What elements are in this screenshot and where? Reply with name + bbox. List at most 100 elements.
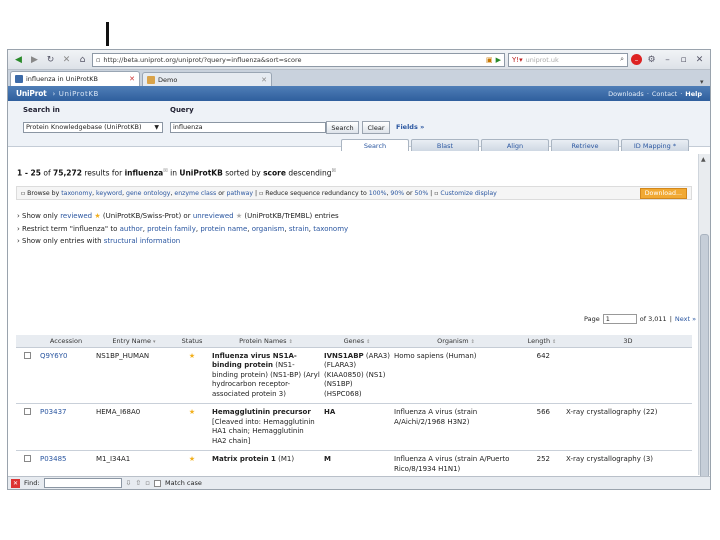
highlight-icon[interactable]: ▫ (145, 479, 150, 487)
tab-retrieve[interactable]: Retrieve (551, 139, 619, 151)
address-bar[interactable]: ▫ http://beta.uniprot.org/uniprot/?query… (92, 52, 505, 67)
back-icon[interactable]: ◀ (12, 53, 25, 66)
rss-icon[interactable]: ▣ (486, 56, 493, 64)
unreviewed-link[interactable]: unreviewed (193, 212, 234, 220)
separator: · (680, 89, 683, 98)
remove-sort-icon[interactable]: ☒ (331, 168, 335, 174)
search-engine-icon[interactable]: Y!▾ (512, 56, 523, 64)
close-tab-icon[interactable]: ✕ (261, 76, 267, 84)
browse-enzyme-link[interactable]: enzyme class (174, 190, 216, 197)
scrollbar-thumb[interactable] (700, 234, 709, 484)
col-organism[interactable]: Organism ⇕ (392, 335, 520, 348)
find-input[interactable] (43, 478, 122, 488)
accession-link[interactable]: P03437 (40, 408, 67, 416)
table-row[interactable]: P03437 HEMA_I68A0 ★ Hemagglutinin precursor… (16, 403, 692, 451)
fields-link[interactable]: Fields » (396, 123, 424, 131)
browse-pathway-link[interactable]: pathway (227, 190, 254, 197)
row-checkbox[interactable] (23, 408, 31, 415)
database-select[interactable]: Protein Knowledgebase (UniProtKB) ▼ (23, 122, 163, 133)
minimize-icon[interactable]: – (661, 53, 674, 66)
page-input[interactable]: 1 (602, 314, 637, 324)
url-text[interactable]: http://beta.uniprot.org/uniprot/?query=i… (103, 56, 483, 64)
browse-keyword-link[interactable]: keyword (96, 190, 122, 197)
breadcrumb[interactable]: › UniProtKB (53, 90, 99, 98)
length-cell: 252 (520, 450, 564, 475)
search-engine-box[interactable]: Y!▾ uniprot.uk ⌕ (508, 52, 628, 67)
search-button[interactable]: Search (326, 121, 359, 134)
accession-link[interactable]: Q9Y6Y0 (40, 352, 67, 360)
browse-taxonomy-link[interactable]: taxonomy (61, 190, 92, 197)
reduce-90-link[interactable]: 90% (390, 190, 404, 197)
match-case-checkbox[interactable] (154, 479, 162, 487)
query-input[interactable]: influenza (170, 122, 326, 133)
restrict-family-link[interactable]: protein family (147, 225, 196, 233)
uniprot-logo[interactable]: UniProt (16, 89, 47, 98)
close-find-icon[interactable]: ✕ (11, 478, 20, 488)
remove-term-icon[interactable]: ☒ (163, 168, 167, 174)
browse-go-link[interactable]: gene ontology (126, 190, 170, 197)
row-checkbox[interactable] (23, 351, 31, 359)
tab-label: Demo (158, 75, 178, 84)
contact-link[interactable]: Contact (652, 90, 677, 98)
go-icon[interactable]: ▶ (496, 56, 501, 64)
restrict-taxonomy-link[interactable]: taxonomy (313, 225, 348, 233)
stop-icon[interactable]: ✕ (60, 53, 73, 66)
tab-list-icon[interactable]: ▾ (700, 78, 710, 86)
structural-info-link[interactable]: structural information (104, 237, 180, 245)
table-row[interactable]: Q9Y6Y0 NS1BP_HUMAN ★ Influenza virus NS1A-b… (16, 347, 692, 404)
close-tab-icon[interactable]: ✕ (129, 75, 135, 83)
accession-link[interactable]: P03485 (40, 455, 67, 463)
scroll-up-icon[interactable]: ▲ (701, 156, 706, 163)
col-entry-name[interactable]: Entry Name ▾ (94, 335, 174, 348)
row-checkbox[interactable] (23, 455, 31, 462)
reduce-100-link[interactable]: 100% (369, 190, 387, 197)
find-previous-icon[interactable]: ⇧ (135, 479, 141, 487)
downloads-link[interactable]: Downloads (608, 90, 644, 98)
reduce-50-link[interactable]: 50% (414, 190, 428, 197)
block-icon[interactable]: – (631, 54, 642, 65)
settings-icon[interactable]: ⚙ (645, 53, 658, 66)
restrict-organism-link[interactable]: organism (252, 225, 285, 233)
tab-align[interactable]: Align (481, 139, 549, 151)
tab-id-mapping[interactable]: ID Mapping * (621, 139, 689, 151)
restrict-prefix: › Restrict term "influenza" to (17, 224, 118, 233)
maximize-icon[interactable]: ▫ (677, 53, 690, 66)
restrict-name-link[interactable]: protein name (200, 225, 247, 233)
next-page-link[interactable]: Next » (675, 315, 696, 323)
restrict-strain-link[interactable]: strain (289, 225, 309, 233)
entry-name-cell: HEMA_I68A0 (94, 403, 174, 451)
vertical-scrollbar[interactable]: ▲ (698, 154, 710, 484)
col-genes[interactable]: Genes ⇕ (322, 335, 392, 348)
forward-icon[interactable]: ▶ (28, 53, 41, 66)
clear-button[interactable]: Clear (362, 121, 390, 134)
table-row[interactable]: P03485 M1_I34A1 ★ Matrix protein 1 (M1) M In… (16, 450, 692, 475)
dropdown-arrow-icon[interactable]: ▼ (154, 123, 159, 132)
help-link[interactable]: Help (685, 90, 702, 98)
length-cell: 642 (520, 347, 564, 404)
tab-search[interactable]: Search (341, 139, 409, 151)
col-protein-names[interactable]: Protein Names ⇕ (210, 335, 322, 348)
download-button[interactable]: Download... (639, 187, 687, 199)
tab-blast[interactable]: Blast (411, 139, 479, 151)
reduce-icon: ▫ (259, 189, 264, 197)
sorted-by-text: sorted by (225, 168, 261, 178)
search-icon[interactable]: ⌕ (620, 55, 624, 64)
customize-display-link[interactable]: Customize display (440, 190, 496, 197)
restrict-author-link[interactable]: author (120, 225, 143, 233)
home-icon[interactable]: ⌂ (76, 53, 89, 66)
reload-icon[interactable]: ↻ (44, 53, 57, 66)
text-cursor-bar (106, 22, 109, 46)
find-next-icon[interactable]: ⇩ (126, 479, 132, 487)
tab-influenza[interactable]: influenza in UniProtKB ✕ (10, 71, 140, 86)
close-window-icon[interactable]: ✕ (693, 53, 706, 66)
uniprot-favicon-icon (15, 75, 23, 83)
col-accession[interactable]: Accession (38, 335, 94, 348)
gene-name: HA (324, 408, 336, 416)
col-length[interactable]: Length ⇕ (520, 335, 564, 348)
row-checkbox-cell (16, 347, 38, 404)
col-status[interactable]: Status (174, 335, 210, 348)
col-3d[interactable]: 3D (564, 335, 692, 348)
reviewed-link[interactable]: reviewed (60, 212, 92, 220)
search-engine-placeholder[interactable]: uniprot.uk (526, 56, 617, 64)
tab-demo[interactable]: Demo ✕ (142, 72, 272, 86)
